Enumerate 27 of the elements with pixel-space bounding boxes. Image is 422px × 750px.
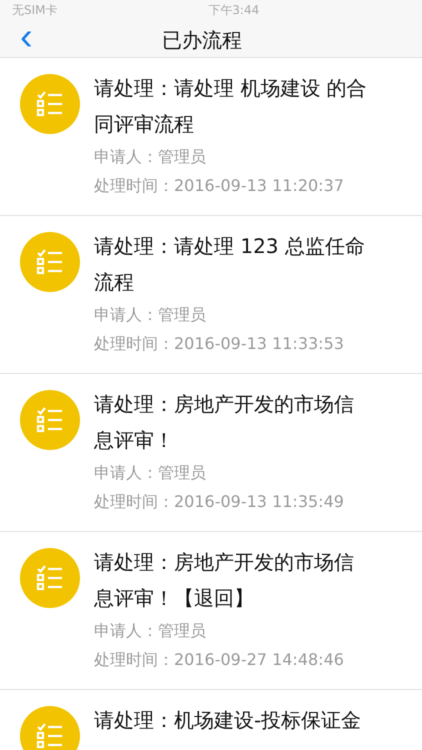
applicant-text: 申请人：管理员	[94, 146, 207, 168]
list-item[interactable]: 请处理：请处理 123 总监任命 流程 申请人：管理员 处理时间：2016-09-13 11:33:53	[0, 216, 422, 374]
page-title: 已办流程	[162, 26, 242, 54]
checklist-icon	[36, 90, 64, 118]
back-button[interactable]: ‹	[20, 22, 50, 58]
clock-label: 下午3:44	[208, 2, 260, 19]
list-item[interactable]: 请处理：机场建设-投标保证金	[0, 690, 422, 750]
item-title: 请处理：房地产开发的市场信 息评审！	[94, 391, 354, 454]
checklist-icon	[36, 564, 64, 592]
applicant-text: 申请人：管理员	[94, 462, 207, 484]
processed-time: 处理时间：2016-09-13 11:33:53	[94, 333, 345, 355]
list-item[interactable]: 请处理：房地产开发的市场信 息评审！【退回】 申请人：管理员 处理时间：2016-09-27 14:48:46	[0, 532, 422, 690]
item-title: 请处理：请处理 机场建设 的合 同评审流程	[94, 75, 367, 138]
checklist-icon	[36, 248, 64, 276]
item-title: 请处理：机场建设-投标保证金	[94, 707, 362, 734]
processed-time: 处理时间：2016-09-13 11:20:37	[94, 175, 345, 197]
carrier-label: 无SIM卡	[12, 2, 58, 19]
list-item[interactable]: 请处理：房地产开发的市场信 息评审！ 申请人：管理员 处理时间：2016-09-13 11:35:49	[0, 374, 422, 532]
item-title: 请处理：房地产开发的市场信 息评审！【退回】	[94, 549, 354, 612]
processed-time: 处理时间：2016-09-27 14:48:46	[94, 649, 345, 671]
list-item[interactable]: 请处理：请处理 机场建设 的合 同评审流程 申请人：管理员 处理时间：2016-09-13 11:20:37	[0, 58, 422, 216]
applicant-text: 申请人：管理员	[94, 304, 207, 326]
processed-time: 处理时间：2016-09-13 11:35:49	[94, 491, 345, 513]
item-title: 请处理：请处理 123 总监任命 流程	[94, 233, 365, 296]
checklist-icon	[36, 722, 64, 750]
checklist-icon	[36, 406, 64, 434]
applicant-text: 申请人：管理员	[94, 620, 207, 642]
